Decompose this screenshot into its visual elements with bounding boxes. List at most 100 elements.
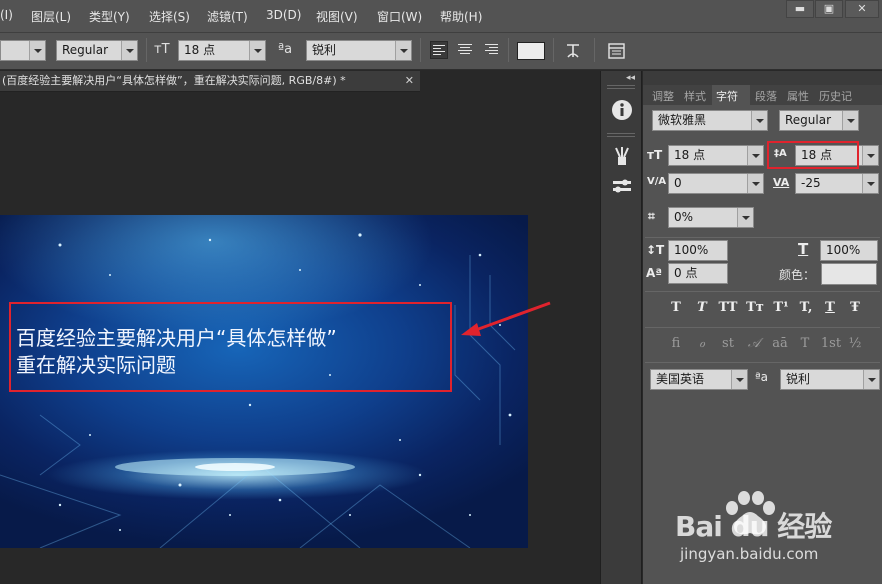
- anti-alias-dropdown[interactable]: 锐利: [306, 40, 412, 61]
- menu-image[interactable]: (I): [0, 8, 13, 22]
- text-color-swatch[interactable]: [517, 42, 545, 60]
- info-icon[interactable]: [611, 99, 633, 121]
- menu-type[interactable]: 类型(Y): [89, 8, 130, 25]
- align-right-icon[interactable]: [482, 41, 500, 59]
- anti-alias-icon: ªa: [278, 42, 293, 57]
- annotation-arrow-icon: [461, 301, 551, 336]
- menu-filter[interactable]: 滤镜(T): [207, 8, 248, 25]
- tsume-field[interactable]: 0%: [668, 207, 754, 228]
- toggle-panels-icon[interactable]: [607, 42, 627, 60]
- small-caps-button[interactable]: Tт: [743, 300, 767, 315]
- vertical-scale-value: 100%: [674, 243, 709, 257]
- fractions-button[interactable]: ½: [846, 336, 864, 351]
- tracking-value: -25: [801, 176, 821, 190]
- menu-layer[interactable]: 图层(L): [31, 8, 71, 25]
- baseline-shift-value: 0 点: [674, 266, 698, 280]
- minimize-button[interactable]: ▬: [786, 0, 814, 18]
- dock-grip-2[interactable]: [607, 133, 635, 137]
- baseline-shift-field[interactable]: 0 点: [668, 263, 728, 284]
- menu-3d[interactable]: 3D(D): [266, 8, 301, 22]
- vertical-scale-field[interactable]: 100%: [668, 240, 728, 261]
- font-size-dropdown[interactable]: 18 点: [178, 40, 266, 61]
- menu-view[interactable]: 视图(V): [316, 8, 358, 25]
- watermark-url: jingyan.baidu.com: [680, 545, 819, 563]
- horizontal-scale-field[interactable]: 100%: [820, 240, 878, 261]
- underline-button[interactable]: T: [821, 300, 839, 315]
- all-caps-button[interactable]: TT: [715, 300, 741, 315]
- contextual-alternates-button[interactable]: st: [719, 336, 737, 351]
- panel-font-style-value: Regular: [785, 113, 832, 127]
- ordinals-button[interactable]: 1st: [819, 336, 843, 351]
- faux-bold-button[interactable]: T: [667, 300, 685, 315]
- font-style-dropdown[interactable]: Regular: [56, 40, 138, 61]
- titling-alternates-button[interactable]: T: [796, 336, 814, 351]
- panel-divider: [645, 237, 880, 238]
- panel-divider-3: [645, 327, 880, 328]
- panel-font-style-dropdown[interactable]: Regular: [779, 110, 859, 131]
- panel-font-family-value: 微软雅黑: [658, 113, 707, 127]
- panel-divider-2: [645, 291, 880, 292]
- panel-font-size-value: 18 点: [674, 148, 706, 162]
- tsume-icon: ⌗: [648, 209, 655, 223]
- tab-character[interactable]: 字符: [716, 88, 738, 104]
- font-size-value: 18 点: [184, 43, 216, 57]
- align-center-icon[interactable]: [456, 41, 474, 59]
- panel-anti-alias-value: 锐利: [786, 372, 811, 386]
- font-size-icon: тT: [154, 42, 170, 57]
- kerning-value: 0: [674, 176, 682, 190]
- language-dropdown[interactable]: 美国英语: [650, 369, 748, 390]
- tracking-field[interactable]: -25: [795, 173, 879, 194]
- panel-header: [643, 71, 882, 85]
- anti-alias-value: 锐利: [312, 43, 337, 57]
- document-tab[interactable]: (百度经验主要解决用户“具体怎样做”，重在解决实际问题, RGB/8#) * ✕: [0, 71, 420, 92]
- panel-color-swatch[interactable]: [821, 263, 877, 285]
- collapse-panels-icon[interactable]: ◂◂: [626, 73, 635, 83]
- swash-button[interactable]: 𝒜: [745, 336, 763, 351]
- tab-properties[interactable]: 属性: [787, 88, 809, 104]
- font-family-dropdown[interactable]: [0, 40, 46, 61]
- tab-styles[interactable]: 样式: [684, 88, 706, 104]
- kerning-field[interactable]: 0: [668, 173, 764, 194]
- panel-font-size-field[interactable]: 18 点: [668, 145, 764, 166]
- document-tab-title: (百度经验主要解决用户“具体怎样做”，重在解决实际问题, RGB/8#) *: [2, 74, 346, 87]
- brush-settings-icon[interactable]: [611, 175, 633, 197]
- align-left-icon[interactable]: [430, 41, 448, 59]
- maximize-button[interactable]: ▣: [815, 0, 843, 18]
- baseline-shift-icon: Aª: [646, 266, 663, 280]
- kerning-icon: V/A: [647, 176, 667, 187]
- panel-font-family-dropdown[interactable]: 微软雅黑: [652, 110, 768, 131]
- panel-divider-4: [645, 362, 880, 363]
- subscript-button[interactable]: T,: [795, 300, 817, 315]
- discretionary-ligatures-button[interactable]: ℴ: [693, 336, 711, 351]
- text-highlight-box: [9, 302, 452, 392]
- collapsed-panel-dock: [600, 71, 642, 584]
- superscript-button[interactable]: T¹: [770, 300, 792, 315]
- menu-select[interactable]: 选择(S): [149, 8, 190, 25]
- stylistic-alternates-button[interactable]: aā: [769, 336, 791, 351]
- baidu-jingyan-watermark: Bai du 经验: [675, 510, 832, 543]
- tab-paragraph[interactable]: 段落: [755, 88, 777, 104]
- menu-bar: (I) 图层(L) 类型(Y) 选择(S) 滤镜(T) 3D(D) 视图(V) …: [0, 0, 882, 32]
- language-value: 美国英语: [656, 372, 705, 386]
- faux-italic-button[interactable]: T: [693, 300, 711, 315]
- ligatures-button[interactable]: fi: [667, 336, 685, 351]
- menu-window[interactable]: 窗口(W): [377, 8, 422, 25]
- vertical-scale-icon: ↕T: [646, 243, 665, 257]
- panel-anti-alias-dropdown[interactable]: 锐利: [780, 369, 880, 390]
- close-window-button[interactable]: ✕: [845, 0, 879, 18]
- tab-adjustments[interactable]: 调整: [652, 88, 674, 104]
- tab-history[interactable]: 历史记: [819, 88, 852, 104]
- horizontal-scale-value: 100%: [826, 243, 861, 257]
- font-size-field-icon: тT: [647, 148, 663, 162]
- tool-presets-icon[interactable]: [611, 145, 633, 167]
- strikethrough-button[interactable]: Ŧ: [846, 300, 864, 315]
- horizontal-scale-icon: T: [798, 240, 809, 258]
- menu-help[interactable]: 帮助(H): [440, 8, 482, 25]
- tracking-icon: VA: [773, 176, 790, 189]
- dock-grip[interactable]: [607, 85, 635, 89]
- color-label: 颜色：: [779, 268, 816, 282]
- leading-highlight-box: [767, 141, 859, 169]
- close-tab-icon[interactable]: ✕: [405, 71, 414, 91]
- tsume-value: 0%: [674, 210, 694, 224]
- warp-text-icon[interactable]: [563, 41, 583, 61]
